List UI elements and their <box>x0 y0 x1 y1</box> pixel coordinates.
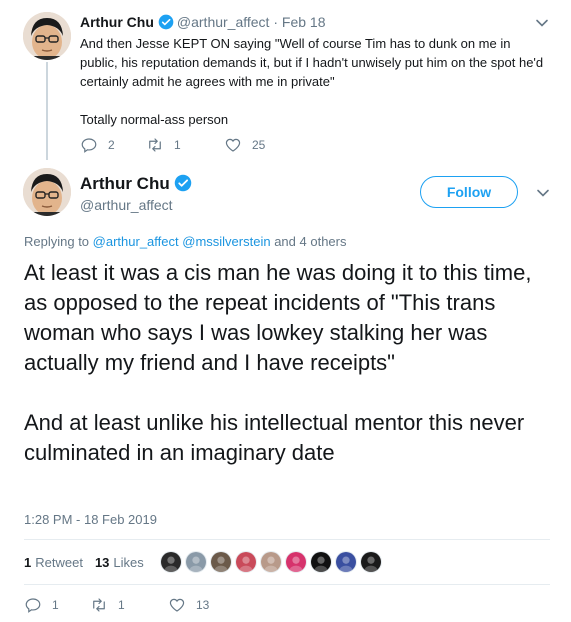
retweet-stat-label: Retweet <box>35 554 83 570</box>
like-count: 25 <box>252 138 266 152</box>
like-button[interactable]: 25 <box>224 136 265 154</box>
liker-avatar[interactable] <box>159 551 182 573</box>
mention-link[interactable]: @arthur_affect <box>93 234 179 249</box>
mention-link[interactable]: @mssilverstein <box>182 234 270 249</box>
liker-avatar[interactable] <box>184 551 207 573</box>
liker-avatar[interactable] <box>309 551 332 573</box>
liker-avatar[interactable] <box>234 551 257 573</box>
author-name[interactable]: Arthur Chu <box>80 14 154 30</box>
reply-count: 1 <box>52 598 59 612</box>
divider <box>24 584 550 585</box>
author-name-row: Arthur Chu <box>80 174 195 194</box>
follow-button[interactable]: Follow <box>420 176 518 208</box>
tweet-actions: 2 1 25 <box>80 136 265 154</box>
tweet-text: And then Jesse KEPT ON saying "Well of c… <box>80 36 544 127</box>
author-handle[interactable]: @arthur_affect <box>177 14 270 30</box>
retweet-button[interactable]: 1 <box>90 596 168 614</box>
retweet-stat-count: 1 <box>24 554 32 570</box>
retweet-count: 1 <box>118 598 125 612</box>
separator-dot: · <box>273 14 279 30</box>
like-button[interactable]: 13 <box>168 596 209 614</box>
replying-others[interactable]: and 4 others <box>274 234 346 249</box>
reply-count: 2 <box>108 138 115 152</box>
like-stat[interactable]: 13 Likes <box>95 555 144 570</box>
tweet-stats: 1 Retweet 13 Likes <box>24 546 385 578</box>
author-name[interactable]: Arthur Chu <box>80 174 170 193</box>
chevron-down-icon[interactable] <box>536 186 550 200</box>
like-stat-count: 13 <box>94 554 110 570</box>
verified-badge-icon <box>174 174 191 192</box>
divider <box>24 539 550 540</box>
tweet-actions: 1 1 13 <box>24 596 209 614</box>
verified-badge-icon <box>158 14 174 30</box>
retweet-icon <box>93 598 105 612</box>
liker-avatar[interactable] <box>209 551 232 573</box>
retweet-icon <box>149 138 161 152</box>
retweet-button[interactable]: 1 <box>146 136 224 154</box>
chevron-down-icon[interactable] <box>535 16 549 30</box>
heart-icon <box>169 598 185 612</box>
thread-connector-line <box>46 62 48 160</box>
reply-button[interactable]: 2 <box>80 136 146 154</box>
author-handle[interactable]: @arthur_affect <box>80 197 173 213</box>
liker-avatar[interactable] <box>259 551 282 573</box>
retweet-count: 1 <box>174 138 181 152</box>
reply-icon <box>81 138 97 153</box>
avatar[interactable] <box>23 168 71 216</box>
reply-icon <box>25 598 41 613</box>
avatar[interactable] <box>23 12 71 60</box>
liker-avatar[interactable] <box>359 551 382 573</box>
replying-to: Replying to @arthur_affect @mssilverstei… <box>24 234 346 249</box>
replying-prefix: Replying to <box>24 234 90 249</box>
tweet-text: At least it was a cis man he was doing i… <box>24 260 532 465</box>
liker-avatars <box>159 551 385 573</box>
tweet-timestamp[interactable]: 1:28 PM - 18 Feb 2019 <box>24 512 157 527</box>
heart-icon <box>225 138 241 152</box>
liker-avatar[interactable] <box>284 551 307 573</box>
tweet-date[interactable]: Feb 18 <box>282 14 326 30</box>
retweet-stat[interactable]: 1 Retweet <box>24 555 83 570</box>
like-count: 13 <box>196 598 210 612</box>
tweet-header: Arthur Chu @arthur_affect · Feb 18 <box>80 14 326 30</box>
liker-avatar[interactable] <box>334 551 357 573</box>
like-stat-label: Likes <box>113 554 144 570</box>
reply-button[interactable]: 1 <box>24 596 90 614</box>
